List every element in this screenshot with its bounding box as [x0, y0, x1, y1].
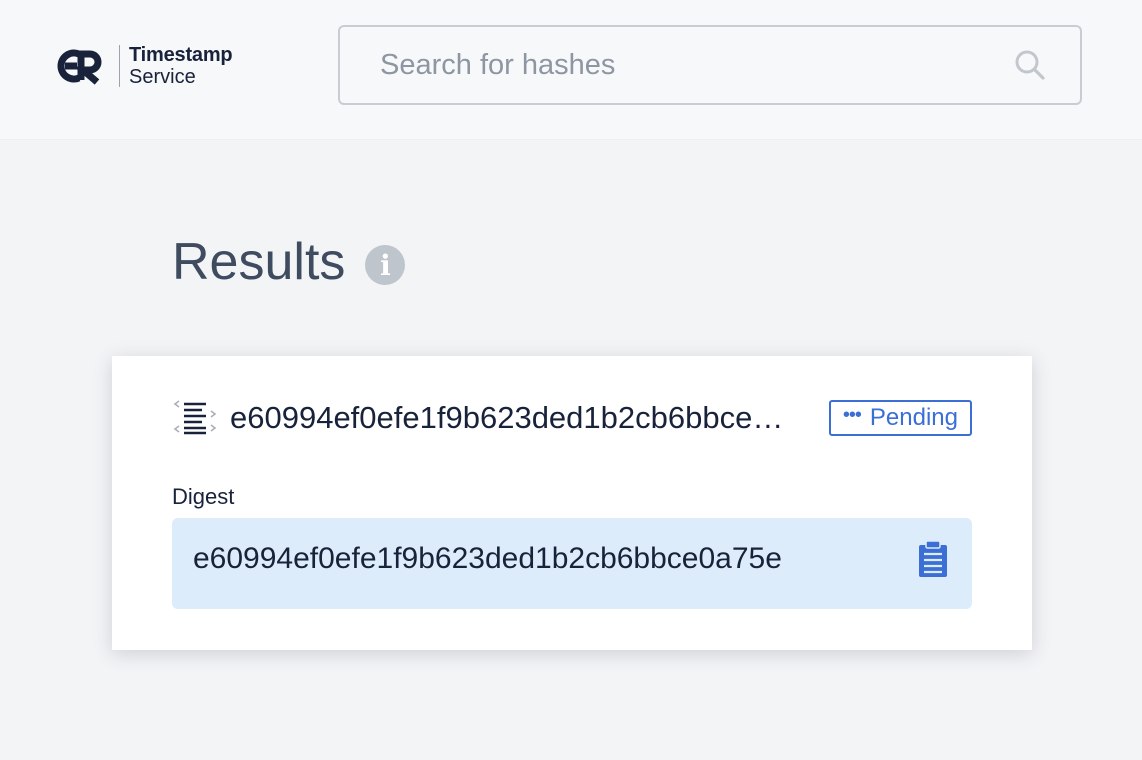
hash-text[interactable]: e60994ef0efe1f9b623ded1b2cb6bbce0a75e: [230, 400, 796, 436]
hash-icon: [173, 400, 217, 435]
logo-divider: [119, 45, 120, 87]
header: Timestamp Service: [0, 0, 1142, 140]
logo-subtitle: Service: [129, 66, 196, 88]
er-logo-icon: [57, 49, 102, 85]
digest-field: e60994ef0efe1f9b623ded1b2cb6bbce0a75e: [172, 518, 972, 609]
digest-value[interactable]: e60994ef0efe1f9b623ded1b2cb6bbce0a75e: [193, 542, 883, 576]
result-card: e60994ef0efe1f9b623ded1b2cb6bbce0a75e ••…: [112, 356, 1032, 650]
info-icon[interactable]: i: [365, 245, 406, 285]
search-icon[interactable]: [1014, 49, 1046, 81]
hash-row: e60994ef0efe1f9b623ded1b2cb6bbce0a75e ••…: [172, 396, 972, 440]
search-box: [338, 25, 1082, 105]
search-input[interactable]: [340, 27, 1000, 103]
logo[interactable]: Timestamp Service: [57, 44, 233, 88]
clipboard-icon[interactable]: [918, 540, 948, 578]
ellipsis-icon: •••: [842, 403, 862, 426]
logo-title: Timestamp: [129, 44, 233, 66]
page-title: Results i: [172, 232, 406, 292]
digest-label: Digest: [172, 484, 235, 509]
status-badge: ••• Pending: [828, 400, 972, 436]
page-title-text: Results: [172, 233, 346, 291]
status-label: Pending: [869, 404, 958, 431]
logo-text: Timestamp Service: [129, 44, 233, 88]
